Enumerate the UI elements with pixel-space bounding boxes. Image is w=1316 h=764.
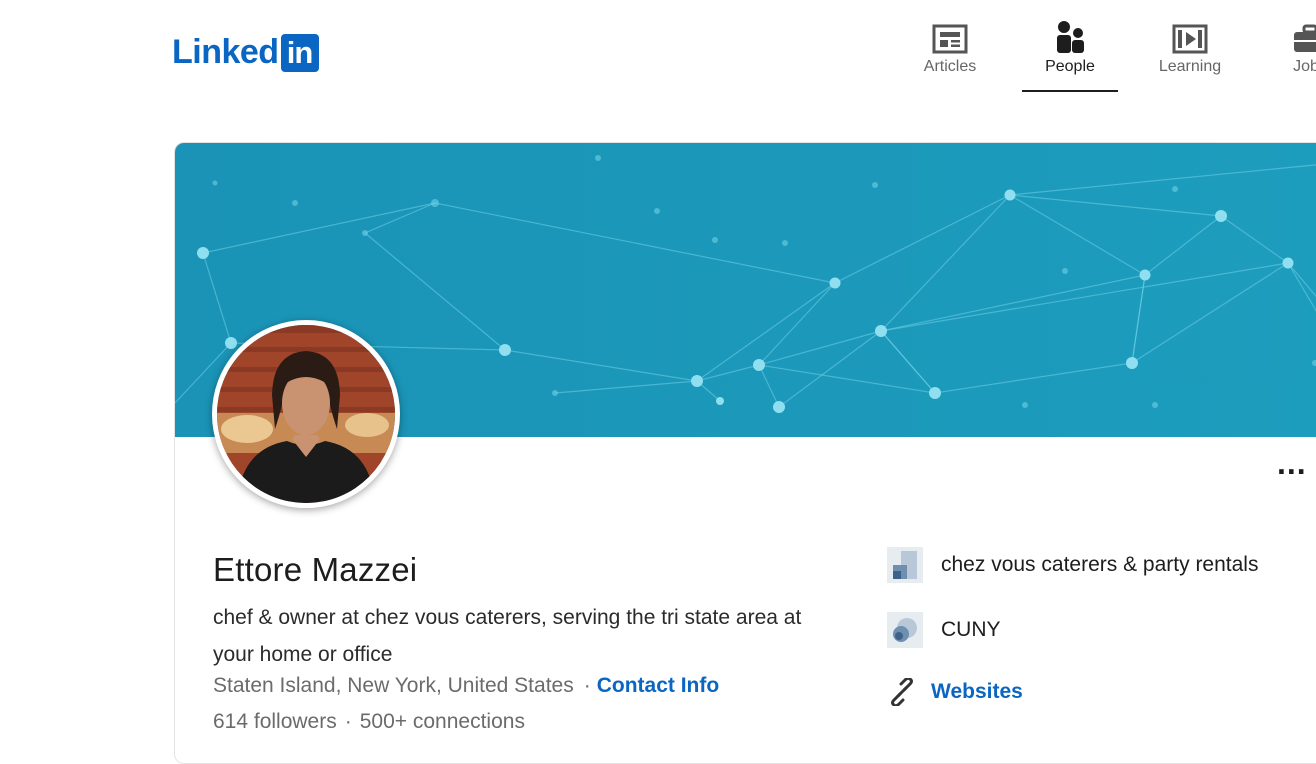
profile-avatar[interactable] [212,320,400,508]
separator-dot: · [344,710,352,733]
school-name: CUNY [941,618,1001,641]
people-icon [1054,20,1086,54]
nav-learning-label: Learning [1158,58,1222,75]
contact-info-link[interactable]: Contact Info [597,674,719,697]
more-actions-button[interactable]: ... [1277,447,1307,479]
linkedin-logo[interactable]: Linked in [172,33,319,72]
briefcase-icon [1292,20,1316,54]
company-logo-icon [887,547,923,583]
profile-card: ... Ettore Mazzei chef & owner at chez v… [174,142,1316,764]
nav-people-label: People [1045,58,1095,75]
websites-link[interactable]: Websites [931,680,1023,704]
nav-articles[interactable]: Articles [902,20,998,90]
profile-headline: chef & owner at chez vous caterers, serv… [213,606,802,666]
logo-wordmark: Linked [172,33,279,71]
separator-dot: · [583,674,591,697]
learning-icon [1172,20,1208,54]
followers-count[interactable]: 614 followers [213,710,337,733]
logo-in-box: in [280,33,319,72]
nav-articles-label: Articles [923,58,977,75]
nav-people[interactable]: People [1022,20,1118,92]
location-row: Staten Island, New York, United States · C… [213,674,719,698]
nav-jobs[interactable]: Jobs [1262,20,1316,90]
nav-jobs-label: Jobs [1293,58,1316,75]
websites-row[interactable]: Websites [887,674,1023,710]
nav-learning[interactable]: Learning [1142,20,1238,90]
article-icon [932,20,968,54]
profile-name: Ettore Mazzei [213,551,418,588]
current-company[interactable]: chez vous caterers & party rentals [887,547,1258,583]
school-logo-icon [887,612,923,648]
network-stats: 614 followers · 500+ connections [213,710,525,734]
link-icon [887,674,917,710]
company-name: chez vous caterers & party rentals [941,553,1259,576]
education[interactable]: CUNY [887,612,1001,648]
connections-count[interactable]: 500+ connections [360,710,525,733]
profile-location: Staten Island, New York, United States [213,674,574,697]
